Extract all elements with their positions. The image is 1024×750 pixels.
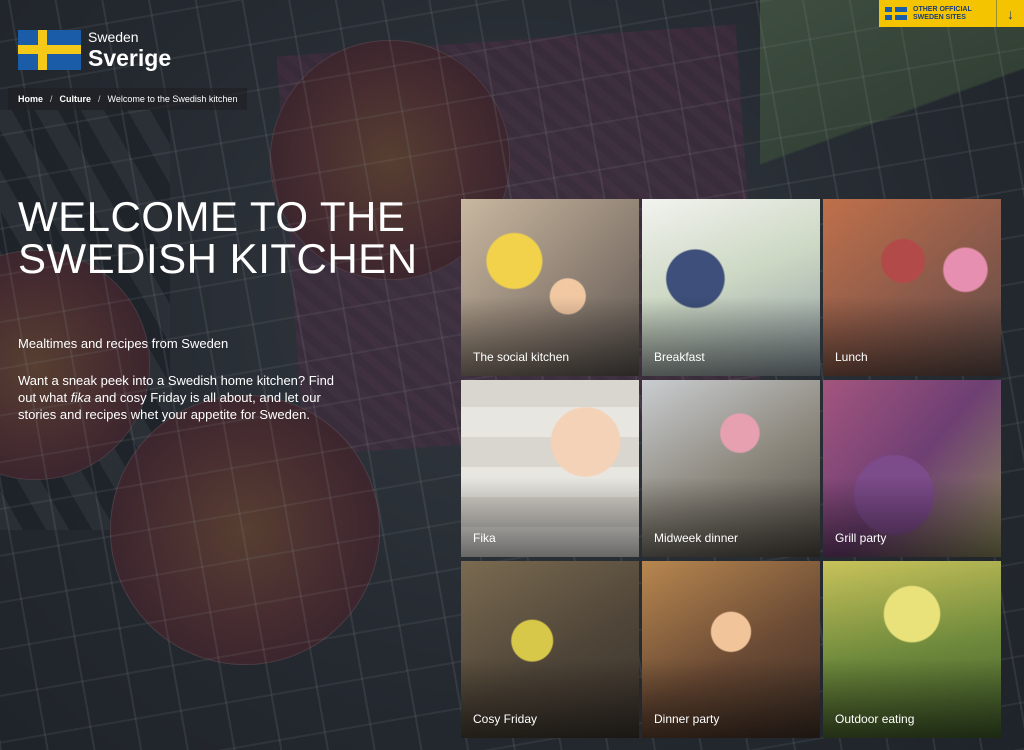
other-official-sites-button[interactable]: OTHER OFFICIAL SWEDEN SITES ↓ bbox=[879, 0, 1024, 27]
card-label: Fika bbox=[473, 531, 496, 545]
card-label: Cosy Friday bbox=[473, 712, 538, 726]
breadcrumb-current: Welcome to the Swedish kitchen bbox=[107, 94, 238, 104]
fika-emphasis: fika bbox=[70, 390, 91, 405]
card-dinner-party[interactable]: Dinner party bbox=[642, 561, 820, 738]
other-official-sites-label: OTHER OFFICIAL SWEDEN SITES bbox=[913, 5, 972, 21]
card-midweek-dinner[interactable]: Midweek dinner bbox=[642, 380, 820, 557]
card-label: Breakfast bbox=[654, 350, 705, 364]
card-lunch[interactable]: Lunch bbox=[823, 199, 1001, 376]
swedish-flag-icon bbox=[18, 30, 81, 70]
card-the-social-kitchen[interactable]: The social kitchen bbox=[461, 199, 639, 376]
page-title: WELCOME TO THE SWEDISH KITCHEN bbox=[18, 193, 418, 282]
card-label: Lunch bbox=[835, 350, 868, 364]
card-breakfast[interactable]: Breakfast bbox=[642, 199, 820, 376]
breadcrumb-home[interactable]: Home bbox=[18, 94, 43, 104]
arrow-down-icon[interactable]: ↓ bbox=[996, 0, 1024, 27]
card-grill-party[interactable]: Grill party bbox=[823, 380, 1001, 557]
breadcrumb: Home / Culture / Welcome to the Swedish … bbox=[8, 88, 248, 110]
card-label: Outdoor eating bbox=[835, 712, 915, 726]
card-outdoor-eating[interactable]: Outdoor eating bbox=[823, 561, 1001, 738]
card-label: Dinner party bbox=[654, 712, 720, 726]
breadcrumb-separator: / bbox=[98, 94, 101, 104]
page-subtitle: Mealtimes and recipes from Sweden bbox=[18, 336, 229, 351]
card-label: Midweek dinner bbox=[654, 531, 739, 545]
logo-text-big: Sverige bbox=[88, 45, 172, 71]
logo-text-small: Sweden bbox=[88, 29, 139, 45]
card-fika[interactable]: Fika bbox=[461, 380, 639, 557]
swedish-flag-icon bbox=[885, 7, 907, 20]
card-label: Grill party bbox=[835, 531, 887, 545]
breadcrumb-culture[interactable]: Culture bbox=[60, 94, 92, 104]
card-label: The social kitchen bbox=[473, 350, 570, 364]
sweden-logo[interactable]: Sweden Sverige bbox=[18, 30, 171, 70]
intro-text: Want a sneak peek into a Swedish home ki… bbox=[18, 373, 335, 422]
card-cosy-friday[interactable]: Cosy Friday bbox=[461, 561, 639, 738]
breadcrumb-separator: / bbox=[50, 94, 53, 104]
category-grid: The social kitchen Breakfast Lunch Fika … bbox=[461, 199, 1001, 738]
